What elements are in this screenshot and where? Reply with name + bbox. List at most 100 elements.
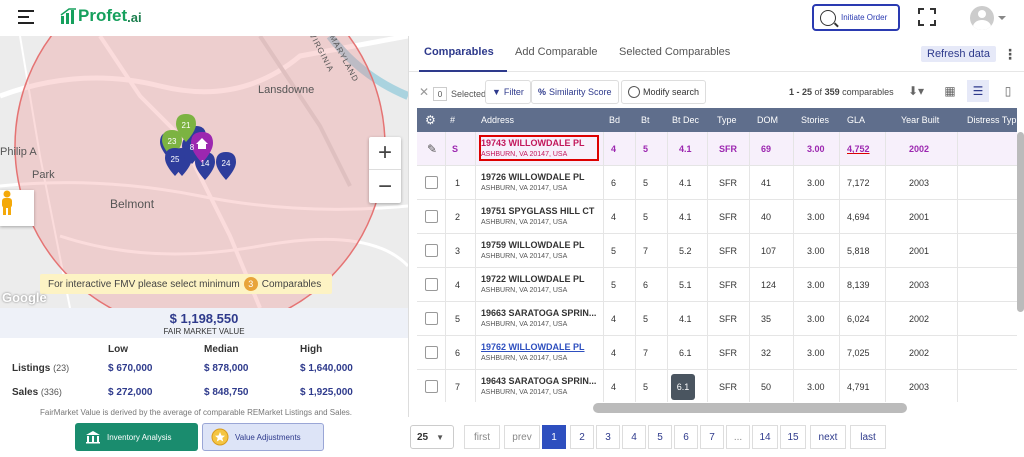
horizontal-scrollbar[interactable] bbox=[593, 403, 907, 413]
row-street[interactable]: 19751 SPYGLASS HILL CT bbox=[481, 206, 594, 216]
row-checkbox[interactable] bbox=[425, 176, 438, 189]
subject-row[interactable]: ✎ S 19743 WILLOWDALE PL ASHBURN, VA 2014… bbox=[417, 132, 1017, 166]
map-view-icon[interactable]: ▯ bbox=[997, 80, 1019, 102]
map-markers: 21 23 25 14 24 8 bbox=[160, 114, 236, 180]
download-icon[interactable]: ⬇▾ bbox=[903, 80, 929, 102]
row-street[interactable]: 19643 SARATOGA SPRIN... bbox=[481, 376, 596, 386]
page-button[interactable]: 5 bbox=[648, 425, 672, 449]
fullscreen-icon[interactable] bbox=[918, 8, 936, 26]
row-bd: 5 bbox=[611, 246, 617, 256]
tab-add-comparable[interactable]: Add Comparable bbox=[515, 46, 598, 58]
more-options-icon[interactable]: ⋮ bbox=[1003, 46, 1017, 63]
row-street[interactable]: 19762 WILLOWDALE PL bbox=[481, 342, 585, 352]
row-year: 2002 bbox=[909, 314, 930, 324]
inventory-analysis-button[interactable]: Inventory Analysis bbox=[75, 423, 198, 451]
modify-search-button[interactable]: Modify search bbox=[621, 80, 707, 104]
col-type[interactable]: Type bbox=[717, 115, 737, 125]
value-adjustments-label: Value Adjustments bbox=[235, 432, 301, 442]
col-gla[interactable]: GLA bbox=[847, 115, 865, 125]
chevron-down-icon[interactable] bbox=[998, 16, 1006, 20]
row-stories: 3.00 bbox=[807, 212, 825, 222]
row-gla: 4,694 bbox=[847, 212, 870, 222]
refresh-data-button[interactable]: Refresh data bbox=[921, 46, 996, 62]
stat-row-label: Listings (23) bbox=[12, 363, 70, 374]
table-row[interactable]: 4 19722 WILLOWDALE PL ASHBURN, VA 20147, U… bbox=[417, 268, 1017, 302]
col-distress[interactable]: Distress Typ bbox=[967, 115, 1016, 125]
next-page-button[interactable]: next bbox=[810, 425, 846, 449]
menu-icon[interactable] bbox=[18, 10, 34, 24]
list-view-icon[interactable]: ☰ bbox=[967, 80, 989, 102]
tab-selected-comparables[interactable]: Selected Comparables bbox=[619, 46, 730, 58]
table-row[interactable]: 7 19643 SARATOGA SPRIN... ASHBURN, VA 2014… bbox=[417, 370, 1017, 402]
row-checkbox[interactable] bbox=[425, 312, 438, 325]
settings-icon[interactable]: ⚙ bbox=[425, 113, 436, 127]
page-button[interactable]: 3 bbox=[596, 425, 620, 449]
row-btdec: 4.1 bbox=[679, 212, 692, 222]
row-street[interactable]: 19759 WILLOWDALE PL bbox=[481, 240, 585, 250]
page-button[interactable]: 1 bbox=[542, 425, 566, 449]
col-btdec[interactable]: Bt Dec bbox=[672, 115, 699, 125]
row-city: ASHBURN, VA 20147, USA bbox=[481, 151, 568, 158]
street-view-pegman-icon[interactable] bbox=[0, 190, 34, 226]
row-num: 1 bbox=[455, 178, 461, 188]
col-stories[interactable]: Stories bbox=[801, 115, 829, 125]
table-row[interactable]: 6 19762 WILLOWDALE PL ASHBURN, VA 20147, U… bbox=[417, 336, 1017, 370]
row-btdec: 6.1 bbox=[671, 374, 695, 400]
top-bar: Profet .ai Initiate Order bbox=[0, 0, 1024, 36]
stat-sales-high: $ 1,925,000 bbox=[300, 387, 353, 398]
initiate-order-button[interactable]: Initiate Order bbox=[812, 4, 900, 31]
page-button[interactable]: 6 bbox=[674, 425, 698, 449]
row-bt: 5 bbox=[643, 144, 649, 154]
table-row[interactable]: 3 19759 WILLOWDALE PL ASHBURN, VA 20147, U… bbox=[417, 234, 1017, 268]
similarity-score-button[interactable]: % Similarity Score bbox=[531, 80, 619, 104]
grid-view-icon[interactable]: ▦ bbox=[939, 80, 961, 102]
value-adjustments-button[interactable]: Value Adjustments bbox=[202, 423, 324, 451]
col-dom[interactable]: DOM bbox=[757, 115, 778, 125]
prev-page-button[interactable]: prev bbox=[504, 425, 540, 449]
vertical-scrollbar[interactable] bbox=[1017, 132, 1024, 312]
table-header: ⚙ # Address Bd Bt Bt Dec Type DOM Storie… bbox=[417, 108, 1017, 132]
clear-selection-icon[interactable]: ✕ bbox=[419, 85, 429, 99]
page-size-select[interactable]: 25 ▼ bbox=[410, 425, 454, 449]
col-year-built[interactable]: Year Built bbox=[901, 115, 939, 125]
page-button[interactable]: 2 bbox=[570, 425, 594, 449]
app-logo[interactable]: Profet .ai bbox=[60, 6, 142, 26]
edit-icon[interactable]: ✎ bbox=[427, 142, 437, 156]
row-stories: 3.00 bbox=[807, 382, 825, 392]
stat-header-low: Low bbox=[108, 344, 128, 355]
col-address[interactable]: Address bbox=[481, 115, 514, 125]
zoom-in-button[interactable]: + bbox=[369, 137, 401, 170]
row-street[interactable]: 19722 WILLOWDALE PL bbox=[481, 274, 585, 284]
page-button[interactable]: 7 bbox=[700, 425, 724, 449]
page-button[interactable]: 15 bbox=[780, 425, 806, 449]
row-stories: 3.00 bbox=[807, 246, 825, 256]
avatar[interactable] bbox=[970, 6, 994, 30]
row-checkbox[interactable] bbox=[425, 346, 438, 359]
row-street[interactable]: 19743 WILLOWDALE PL bbox=[481, 138, 585, 148]
table-row[interactable]: 1 19726 WILLOWDALE PL ASHBURN, VA 20147, U… bbox=[417, 166, 1017, 200]
col-bt[interactable]: Bt bbox=[641, 115, 650, 125]
row-dom: 107 bbox=[761, 246, 777, 256]
filter-button[interactable]: ▼ Filter bbox=[485, 80, 531, 104]
map[interactable]: Lansdowne Belmont Philip A Park VIRGINIA… bbox=[0, 36, 408, 308]
row-checkbox[interactable] bbox=[425, 244, 438, 257]
page-button[interactable]: 14 bbox=[752, 425, 778, 449]
table-row[interactable]: 2 19751 SPYGLASS HILL CT ASHBURN, VA 20147… bbox=[417, 200, 1017, 234]
first-page-button[interactable]: first bbox=[464, 425, 500, 449]
row-street[interactable]: 19726 WILLOWDALE PL bbox=[481, 172, 585, 182]
zoom-out-button[interactable]: − bbox=[369, 170, 401, 203]
row-street[interactable]: 19663 SARATOGA SPRIN... bbox=[481, 308, 596, 318]
row-checkbox[interactable] bbox=[425, 210, 438, 223]
tab-comparables[interactable]: Comparables bbox=[424, 46, 494, 58]
page-button[interactable]: 4 bbox=[622, 425, 646, 449]
col-bd[interactable]: Bd bbox=[609, 115, 620, 125]
row-year: 2001 bbox=[909, 212, 930, 222]
row-gla: 4,752 bbox=[847, 144, 870, 154]
last-page-button[interactable]: last bbox=[850, 425, 886, 449]
row-city: ASHBURN, VA 20147, USA bbox=[481, 321, 568, 328]
table-row[interactable]: 5 19663 SARATOGA SPRIN... ASHBURN, VA 2014… bbox=[417, 302, 1017, 336]
row-checkbox[interactable] bbox=[425, 278, 438, 291]
col-num[interactable]: # bbox=[450, 115, 455, 125]
row-checkbox[interactable] bbox=[425, 380, 438, 393]
row-btdec: 4.1 bbox=[679, 144, 692, 154]
